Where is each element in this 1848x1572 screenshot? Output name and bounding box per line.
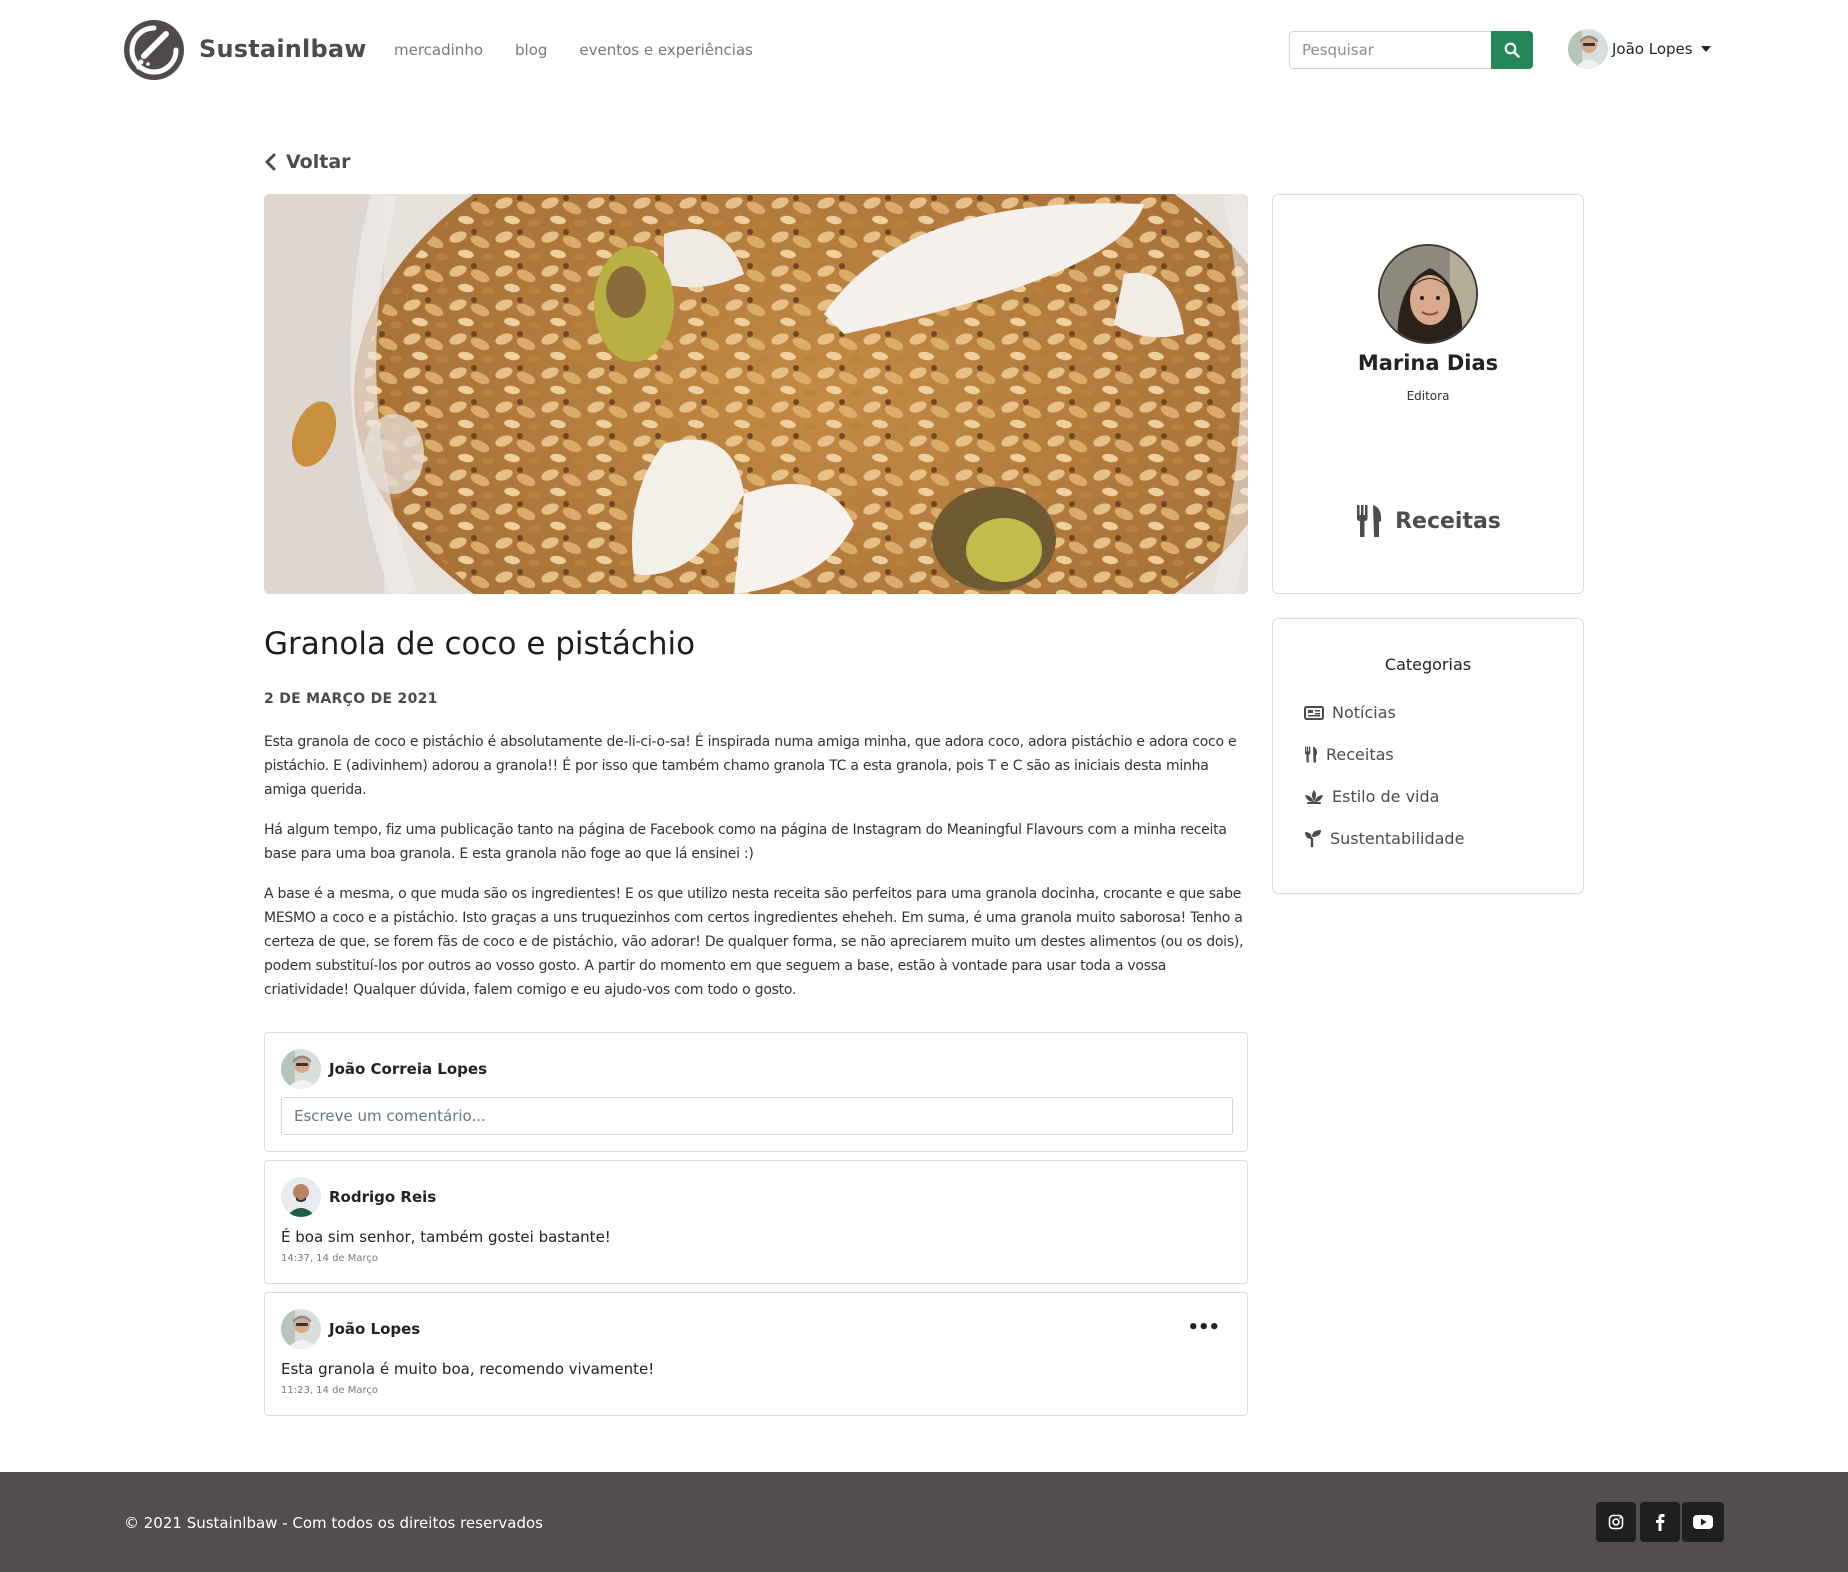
comment: Rodrigo Reis É boa sim senhor, também go…: [264, 1160, 1248, 1284]
comment-time: 14:37, 14 de Março: [281, 1253, 379, 1264]
user-avatar: [1568, 29, 1608, 69]
instagram-button[interactable]: [1596, 1502, 1636, 1542]
comment-form: João Correia Lopes: [264, 1032, 1248, 1152]
author-category[interactable]: Receitas: [1273, 505, 1583, 537]
main-nav: mercadinho blog eventos e experiências: [394, 41, 753, 59]
utensils-icon: [1305, 746, 1318, 763]
category-label: Notícias: [1332, 703, 1396, 722]
comment-time: 11:23, 14 de Março: [281, 1385, 379, 1396]
nav-link-blog[interactable]: blog: [515, 41, 547, 59]
nav-link-eventos[interactable]: eventos e experiências: [579, 41, 753, 59]
comment-form-author: João Correia Lopes: [281, 1049, 487, 1089]
copyright-text: © 2021 Sustainlbaw - Com todos os direit…: [124, 1514, 543, 1532]
youtube-icon: [1693, 1515, 1713, 1529]
navbar: Sustainlbaw mercadinho blog eventos e ex…: [0, 0, 1848, 100]
spa-icon: [1305, 789, 1323, 804]
article-paragraph: Esta granola de coco e pistáchio é absol…: [264, 734, 1237, 798]
article-paragraph: A base é a mesma, o que muda são os ingr…: [264, 886, 1244, 998]
newspaper-icon: [1304, 705, 1324, 720]
author-photo: [1378, 244, 1478, 344]
category-sustentabilidade[interactable]: Sustentabilidade: [1304, 829, 1464, 848]
category-receitas[interactable]: Receitas: [1304, 745, 1394, 764]
user-menu[interactable]: João Lopes: [1568, 29, 1711, 69]
categories-title: Categorias: [1384, 655, 1472, 674]
avatar: [281, 1049, 321, 1089]
avatar: [281, 1177, 321, 1217]
instagram-icon: [1608, 1514, 1624, 1530]
author-card: Marina Dias Editora Receitas: [1272, 194, 1584, 594]
search-button[interactable]: [1491, 31, 1533, 69]
comment: João Lopes ••• Esta granola é muito boa,…: [264, 1292, 1248, 1416]
footer: © 2021 Sustainlbaw - Com todos os direit…: [0, 1472, 1848, 1572]
categories-card: Categorias Notícias Receitas Estilo de v…: [1272, 618, 1584, 894]
comment-text: Esta granola é muito boa, recomendo viva…: [281, 1360, 655, 1378]
category-label: Receitas: [1326, 745, 1394, 764]
facebook-button[interactable]: [1640, 1502, 1680, 1542]
comment-author-name: João Lopes: [329, 1320, 421, 1338]
user-name: João Lopes: [1612, 40, 1693, 58]
article-title: Granola de coco e pistáchio: [264, 626, 696, 662]
article-paragraph: Há algum tempo, fiz uma publicação tanto…: [264, 822, 1227, 862]
comment-input[interactable]: [281, 1097, 1233, 1135]
nav-link-mercadinho[interactable]: mercadinho: [394, 41, 483, 59]
author-role: Editora: [1406, 389, 1450, 403]
comment-text: É boa sim senhor, também gostei bastante…: [281, 1228, 611, 1246]
category-label: Estilo de vida: [1332, 787, 1440, 806]
author-category-label: Receitas: [1395, 508, 1501, 534]
utensils-icon: [1357, 505, 1382, 537]
comment-author-name: Rodrigo Reis: [329, 1188, 437, 1206]
more-options-icon[interactable]: •••: [1187, 1317, 1220, 1338]
search-icon: [1504, 42, 1520, 58]
seedling-icon: [1305, 830, 1321, 847]
comment-author: João Lopes: [281, 1309, 420, 1349]
caret-down-icon: [1700, 46, 1711, 52]
chevron-left-icon: [265, 153, 276, 171]
comment-author: Rodrigo Reis: [281, 1177, 436, 1217]
category-estilo-de-vida[interactable]: Estilo de vida: [1304, 787, 1439, 806]
search-input[interactable]: [1289, 31, 1491, 69]
youtube-button[interactable]: [1682, 1502, 1724, 1542]
article-body: Esta granola de coco e pistáchio é absol…: [264, 730, 1254, 1018]
brand-name[interactable]: Sustainlbaw: [199, 35, 367, 63]
category-label: Sustentabilidade: [1330, 829, 1465, 848]
facebook-icon: [1656, 1514, 1665, 1531]
category-noticias[interactable]: Notícias: [1304, 703, 1396, 722]
avatar: [281, 1309, 321, 1349]
comment-form-author-name: João Correia Lopes: [329, 1060, 488, 1078]
article-date: 2 DE MARÇO DE 2021: [264, 691, 438, 707]
article-image: [264, 194, 1248, 594]
back-link[interactable]: Voltar: [264, 151, 351, 173]
back-label: Voltar: [286, 151, 351, 173]
author-name: Marina Dias: [1357, 351, 1499, 375]
logo-icon[interactable]: [124, 20, 184, 80]
